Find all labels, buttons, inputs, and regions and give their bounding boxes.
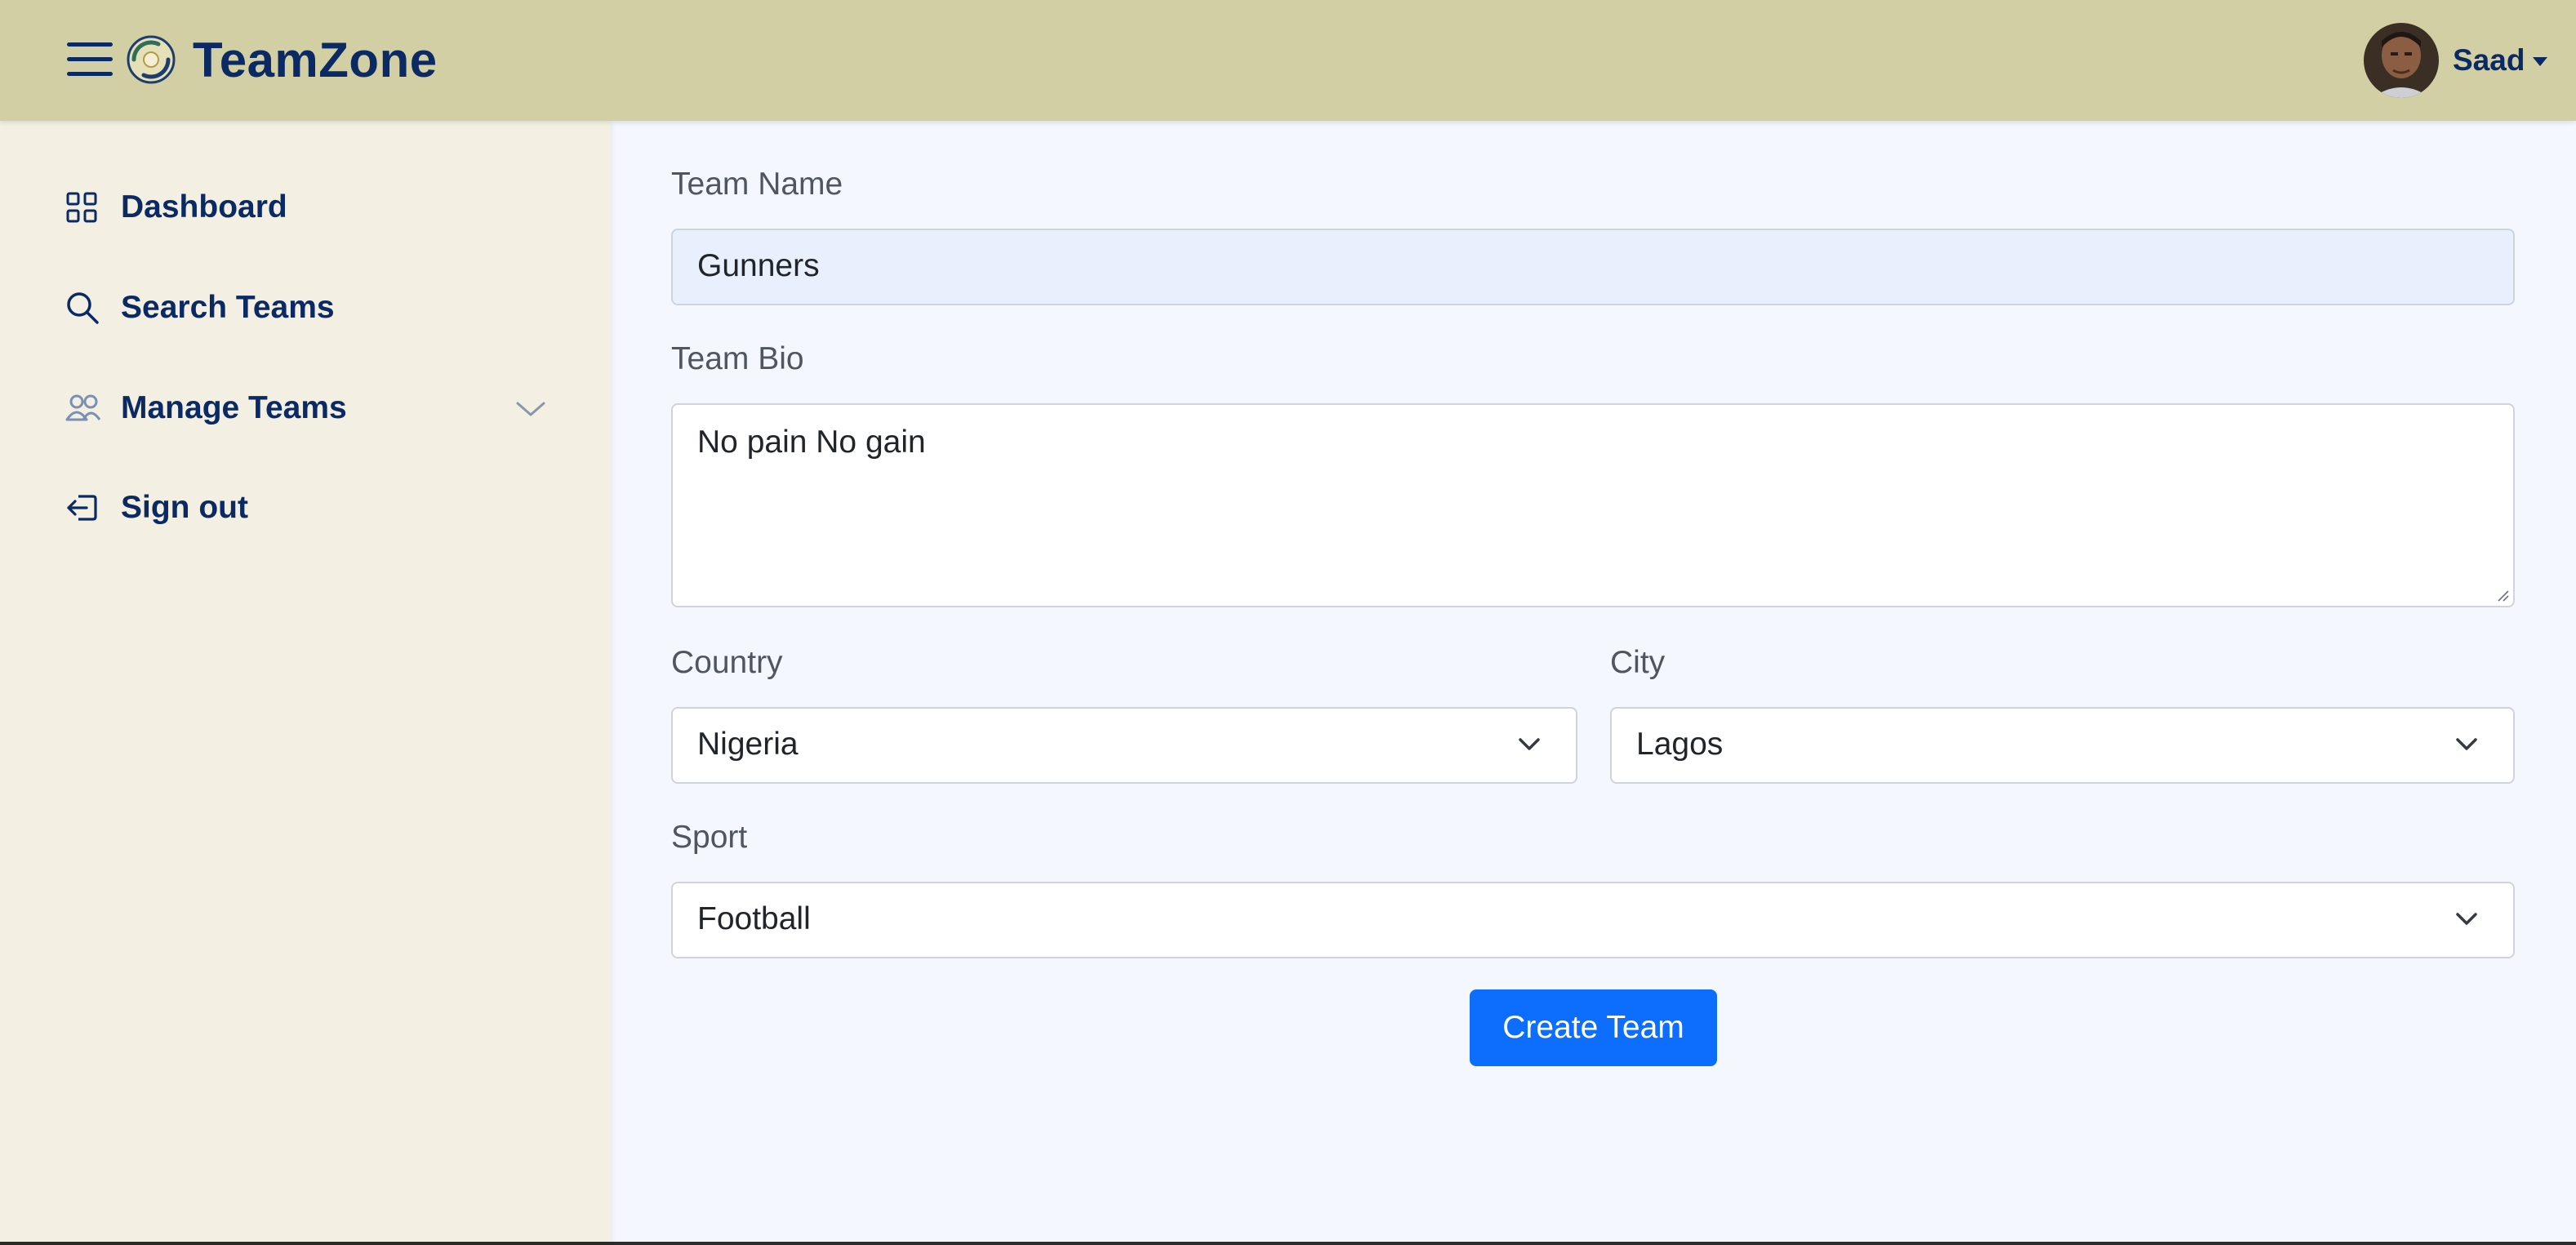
sport-select[interactable]: Football [671, 882, 2515, 958]
sidebar-item-manage-teams[interactable]: Manage Teams [65, 379, 547, 438]
user-menu-dropdown[interactable]: Saad [2453, 36, 2548, 85]
search-icon [65, 288, 105, 327]
city-select[interactable]: Lagos [1610, 707, 2515, 784]
sidebar-item-label: Dashboard [121, 189, 287, 225]
users-icon [65, 389, 105, 428]
top-navbar: TeamZone Saad [0, 0, 2576, 121]
city-label: City [1610, 645, 1666, 680]
create-team-form: Team Name Gunners Team Bio No pain No ga… [611, 121, 2576, 1245]
chevron-down-icon [2456, 913, 2477, 925]
chevron-down-icon[interactable] [514, 395, 547, 421]
teamzone-logo-icon [127, 35, 176, 84]
team-bio-value: No pain No gain [697, 425, 926, 460]
team-name-label: Team Name [671, 167, 843, 202]
sidebar-item-label: Sign out [121, 490, 248, 525]
country-selected-value: Nigeria [697, 727, 799, 762]
user-name: Saad [2453, 43, 2525, 77]
user-avatar[interactable] [2364, 23, 2439, 98]
bottom-edge [0, 1242, 2576, 1245]
country-label: Country [671, 645, 783, 680]
chevron-down-icon [1519, 738, 1540, 750]
sport-label: Sport [671, 820, 748, 855]
resize-handle-icon[interactable] [2494, 586, 2510, 602]
caret-down-icon [2533, 56, 2548, 66]
sidebar: Dashboard Search Teams Manage Teams Sign… [0, 121, 611, 1245]
grid-icon [65, 188, 105, 227]
city-selected-value: Lagos [1636, 727, 1724, 762]
sign-out-icon [65, 488, 105, 527]
brand-name[interactable]: TeamZone [193, 29, 438, 91]
hamburger-menu-icon[interactable] [67, 39, 116, 80]
sidebar-item-search-teams[interactable]: Search Teams [65, 278, 547, 337]
sport-selected-value: Football [697, 901, 811, 936]
team-bio-label: Team Bio [671, 341, 804, 376]
country-select[interactable]: Nigeria [671, 707, 1577, 784]
team-name-input[interactable]: Gunners [671, 229, 2515, 305]
sidebar-item-label: Manage Teams [121, 390, 347, 425]
chevron-down-icon [2456, 738, 2477, 750]
sidebar-item-sign-out[interactable]: Sign out [65, 478, 547, 537]
sidebar-item-label: Search Teams [121, 290, 335, 325]
create-team-button[interactable]: Create Team [1470, 989, 1717, 1066]
team-bio-textarea[interactable]: No pain No gain [671, 403, 2515, 607]
sidebar-item-dashboard[interactable]: Dashboard [65, 178, 547, 237]
